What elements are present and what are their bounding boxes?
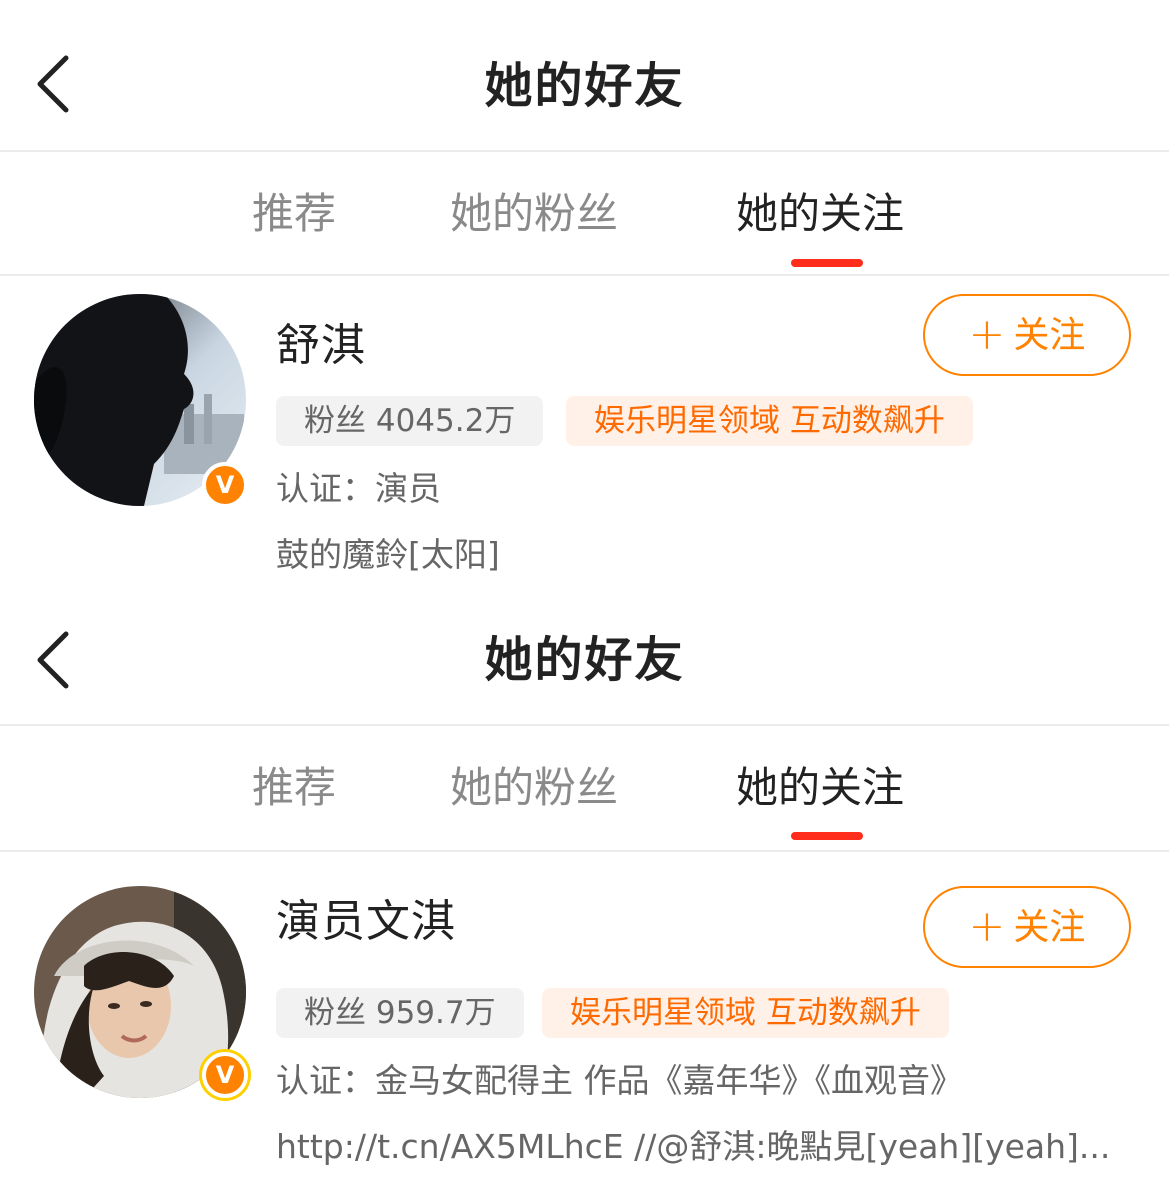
active-tab-indicator: [791, 832, 863, 840]
verified-v-icon: V: [202, 462, 248, 508]
friends-screen-2: 她的好友 推荐 她的粉丝 她的关注 V 演员文淇 + 关注 粉丝 959.7万 …: [0, 590, 1169, 1190]
verification-text: 认证：金马女配得主 作品《嘉年华》《血观音》: [276, 1061, 963, 1100]
tab-recommend[interactable]: 推荐: [252, 186, 336, 242]
user-bio[interactable]: http://t.cn/AX5MLhcE //@舒淇:晚點見[yeah][yea…: [276, 1124, 1110, 1170]
tab-her-fans[interactable]: 她的粉丝: [450, 760, 618, 816]
verified-v-icon: V: [202, 1052, 248, 1098]
verification-text: 认证：演员: [276, 469, 441, 508]
plus-icon: +: [968, 309, 1006, 360]
domain-badge: 娱乐明星领域 互动数飙升: [566, 396, 973, 446]
plus-icon: +: [968, 901, 1006, 952]
tab-bar: 推荐 她的粉丝 她的关注: [0, 726, 1169, 852]
follow-label: 关注: [1013, 907, 1086, 948]
user-card[interactable]: V 演员文淇 + 关注 粉丝 959.7万 娱乐明星领域 互动数飙升 认证：金马女…: [0, 852, 1169, 1190]
user-name[interactable]: 演员文淇: [276, 894, 456, 950]
domain-badge: 娱乐明星领域 互动数飙升: [542, 988, 949, 1038]
fans-count-badge: 粉丝 959.7万: [276, 988, 524, 1038]
follow-button[interactable]: + 关注: [923, 294, 1131, 376]
user-bio: 鼓的魔鈴[太阳]: [276, 535, 500, 574]
fans-count-badge: 粉丝 4045.2万: [276, 396, 544, 446]
follow-label: 关注: [1013, 315, 1086, 356]
tab-her-following[interactable]: 她的关注: [736, 186, 904, 242]
user-card[interactable]: V 舒淇 + 关注 粉丝 4045.2万 娱乐明星领域 互动数飙升 认证：演员 鼓…: [0, 276, 1169, 590]
friends-screen-1: 她的好友 推荐 她的粉丝 她的关注 V 舒淇 + 关注 粉丝 4045.2万 娱…: [0, 0, 1169, 590]
nav-header: 她的好友: [0, 590, 1169, 726]
page-title: 她的好友: [484, 58, 685, 114]
follow-button[interactable]: + 关注: [923, 886, 1131, 968]
nav-header: 她的好友: [0, 0, 1169, 152]
tab-her-following[interactable]: 她的关注: [736, 760, 904, 816]
active-tab-indicator: [791, 259, 863, 267]
tab-bar: 推荐 她的粉丝 她的关注: [0, 152, 1169, 276]
page-title: 她的好友: [484, 632, 685, 688]
user-name[interactable]: 舒淇: [276, 318, 366, 374]
tab-her-fans[interactable]: 她的粉丝: [450, 186, 618, 242]
tab-recommend[interactable]: 推荐: [252, 760, 336, 816]
